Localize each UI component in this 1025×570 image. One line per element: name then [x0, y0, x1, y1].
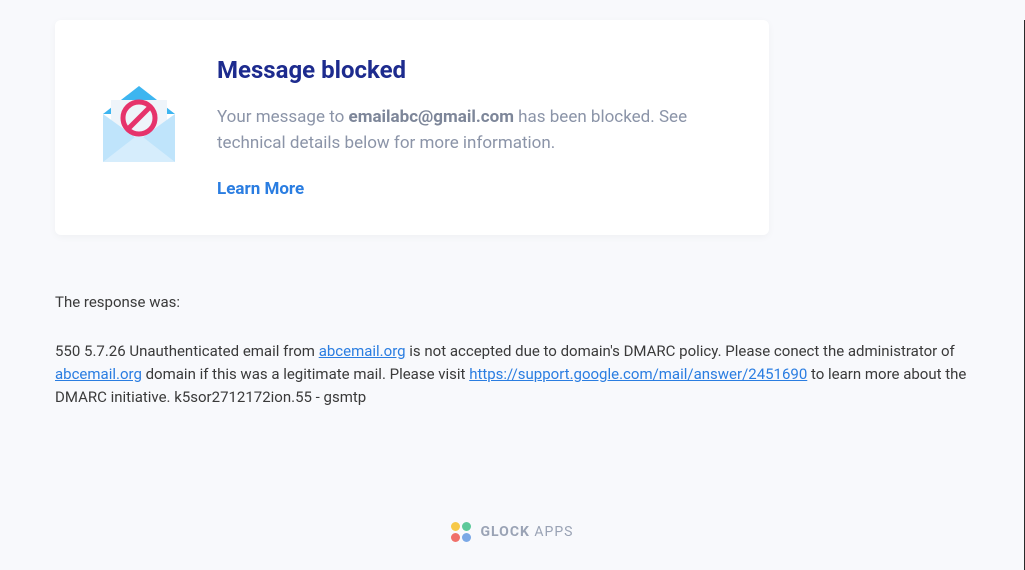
learn-more-link[interactable]: Learn More: [217, 179, 304, 199]
card-title: Message blocked: [217, 56, 729, 84]
response-mid1: is not accepted due to domain's DMARC po…: [406, 342, 955, 360]
brand-bold: GLOCK: [481, 524, 530, 540]
response-block: The response was: 550 5.7.26 Unauthentic…: [55, 291, 969, 410]
response-text: 550 5.7.26 Unauthenticated email from ab…: [55, 340, 969, 410]
desc-prefix: Your message to: [217, 107, 349, 127]
domain-link-2[interactable]: abcemail.org: [55, 365, 142, 383]
brand-light: APPS: [530, 524, 574, 540]
response-code-prefix: 550 5.7.26 Unauthenticated email from: [55, 342, 319, 360]
message-blocked-card: Message blocked Your message to emailabc…: [55, 20, 769, 235]
domain-link-1[interactable]: abcemail.org: [319, 342, 406, 360]
logo-dots-icon: [451, 522, 471, 542]
response-label: The response was:: [55, 291, 969, 314]
support-link[interactable]: https://support.google.com/mail/answer/2…: [469, 365, 807, 383]
footer-logo: GLOCK APPS: [0, 522, 1024, 542]
blocked-email: emailabc@gmail.com: [349, 107, 514, 127]
logo-text: GLOCK APPS: [481, 524, 574, 540]
card-description: Your message to emailabc@gmail.com has b…: [217, 104, 729, 157]
response-mid2: domain if this was a legitimate mail. Pl…: [142, 365, 469, 383]
envelope-blocked-icon: [91, 56, 187, 170]
card-content: Message blocked Your message to emailabc…: [217, 56, 729, 199]
